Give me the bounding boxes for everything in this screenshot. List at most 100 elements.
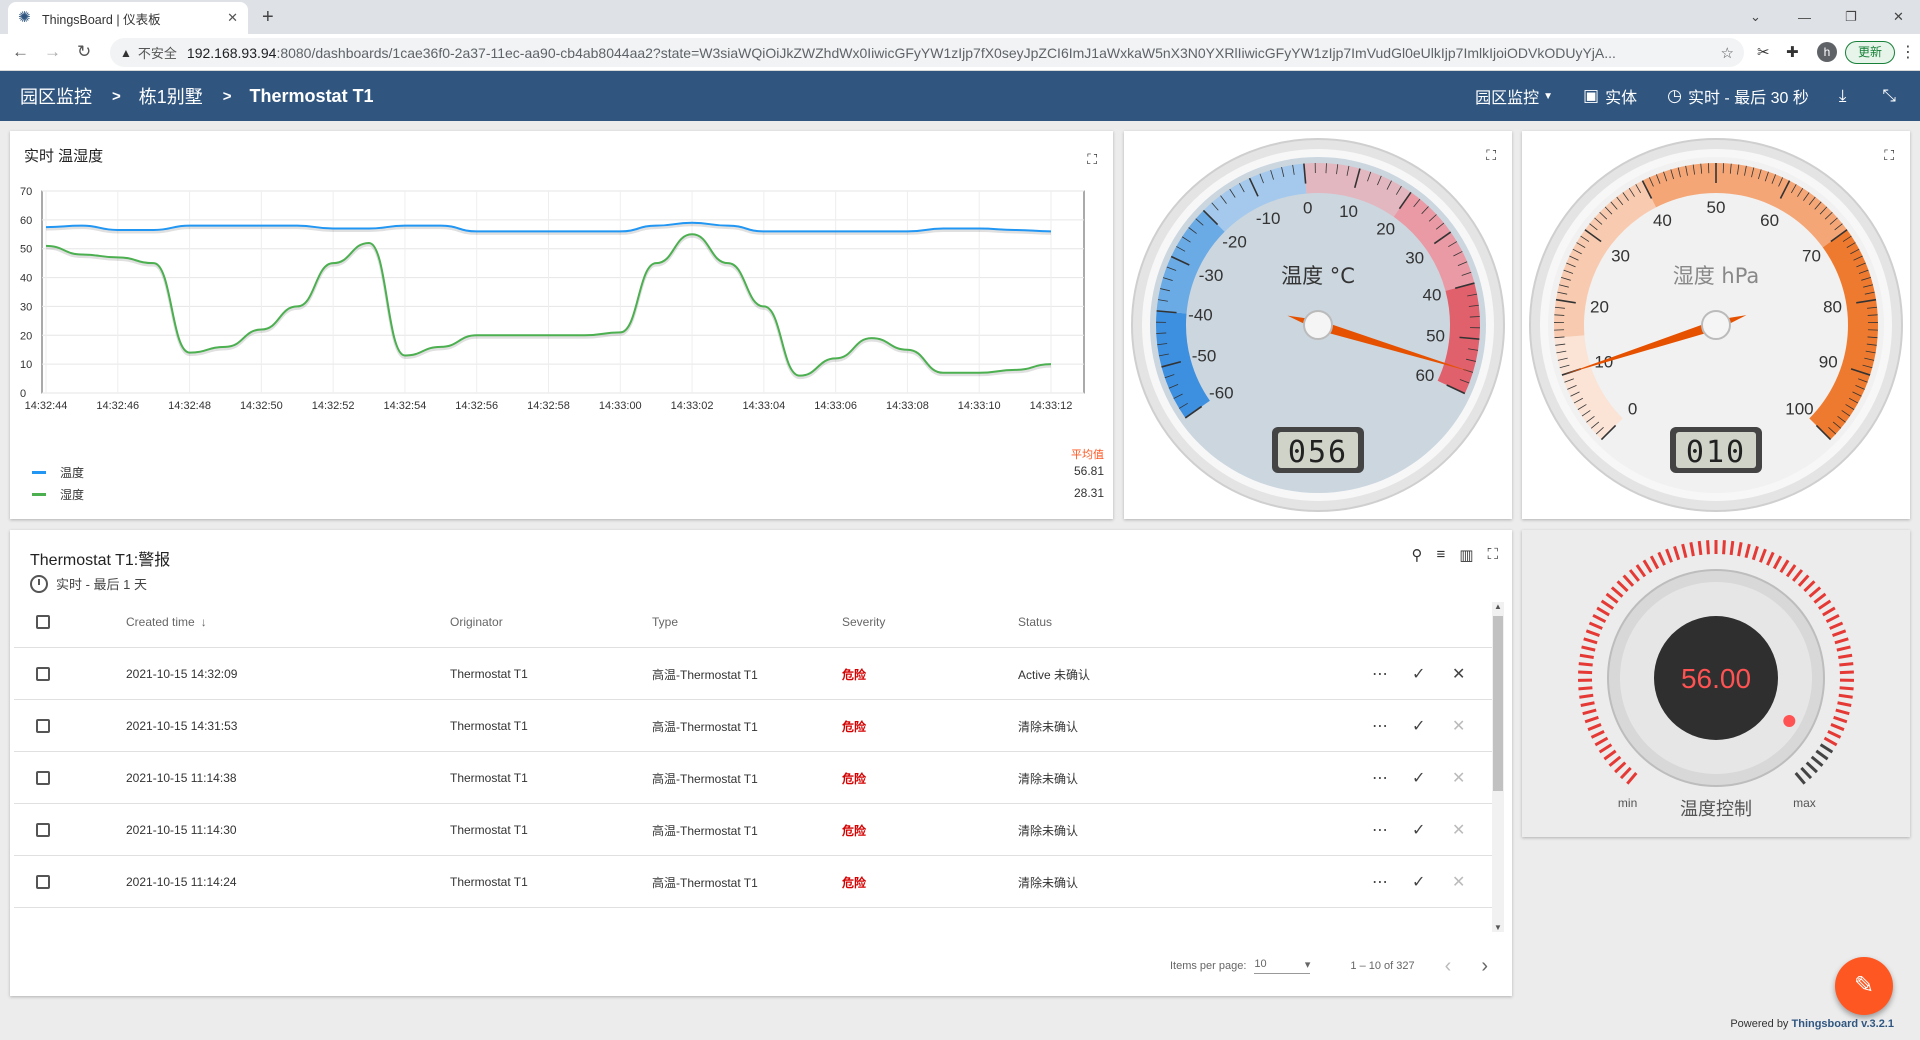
row-checkbox[interactable] [36, 667, 50, 681]
entities-button[interactable]: ▣ 实体 [1583, 84, 1637, 108]
type-cell: 高温-Thermostat T1 [652, 719, 758, 734]
severity-cell: 危险 [842, 823, 867, 838]
row-checkbox[interactable] [36, 771, 50, 785]
type-cell: 高温-Thermostat T1 [652, 771, 758, 786]
table-scrollbar[interactable]: ▲ ▼ [1492, 602, 1504, 932]
forward-icon[interactable]: → [44, 42, 61, 62]
knob-level-segment [1813, 592, 1827, 604]
alarms-timewindow[interactable]: 实时 - 最后 1 天 [30, 574, 147, 593]
next-page-icon[interactable]: › [1481, 955, 1488, 978]
bookmark-star-icon[interactable]: ☆ [1721, 44, 1734, 62]
table-row[interactable]: 2021-10-15 11:14:30 Thermostat T1 高温-Therm… [14, 804, 1494, 856]
knob-level-segment [1830, 723, 1845, 732]
fullscreen-icon[interactable]: ⛶ [1487, 546, 1498, 564]
knob-level-segment [1838, 693, 1853, 699]
table-row[interactable]: 2021-10-15 11:14:38 Thermostat T1 高温-Therm… [14, 752, 1494, 804]
browser-tab[interactable]: ✺ ThingsBoard | 仪表板 ✕ [8, 2, 248, 34]
url-input[interactable]: ▲ 不安全 192.168.93.94:8080/dashboards/1cae… [110, 38, 1744, 67]
window-close-icon[interactable]: ✕ [1893, 0, 1904, 34]
row-details-icon[interactable]: ⋯ [1372, 804, 1388, 856]
acknowledge-icon[interactable]: ✓ [1412, 856, 1425, 908]
column-header-status[interactable]: Status [1018, 596, 1052, 648]
alarms-widget: Thermostat T1:警报 实时 - 最后 1 天 ⚲ ≡ ▥ ⛶ Cre… [10, 530, 1512, 996]
profile-avatar[interactable]: h [1817, 42, 1837, 62]
footer-brand-link[interactable]: Thingsboard v.3.2.1 [1792, 1018, 1895, 1030]
row-checkbox[interactable] [36, 875, 50, 889]
export-button[interactable]: ⤓ [1839, 86, 1853, 106]
gauge-tick-label: 20 [1590, 298, 1609, 317]
knob-level-segment [1827, 730, 1842, 739]
table-row[interactable]: 2021-10-15 14:31:53 Thermostat T1 高温-Therm… [14, 700, 1494, 752]
minimize-icon[interactable]: — [1798, 0, 1811, 34]
filter-icon[interactable]: ≡ [1437, 546, 1446, 564]
knob-level-segment [1590, 730, 1605, 739]
row-checkbox[interactable] [36, 823, 50, 837]
warning-icon: ▲ [120, 45, 132, 60]
fullscreen-button[interactable]: ⤡ [1882, 86, 1902, 106]
scroll-down-icon[interactable]: ▼ [1494, 923, 1502, 932]
previous-page-icon[interactable]: ‹ [1445, 955, 1452, 978]
knob-level-segment [1744, 543, 1751, 559]
table-row[interactable]: 2021-10-15 14:32:09 Thermostat T1 高温-Therm… [14, 648, 1494, 700]
clear-alarm-icon[interactable]: ✕ [1452, 856, 1465, 908]
new-tab-icon[interactable]: + [262, 6, 274, 29]
column-header-created-time[interactable]: Created time ↓ [126, 596, 207, 648]
column-header-type[interactable]: Type [652, 596, 678, 648]
row-details-icon[interactable]: ⋯ [1372, 856, 1388, 908]
column-header-severity[interactable]: Severity [842, 596, 885, 648]
extension-tools-icon[interactable]: ✂ [1757, 43, 1770, 61]
acknowledge-icon[interactable]: ✓ [1412, 648, 1425, 700]
knob-level-segment [1673, 545, 1681, 561]
breadcrumb-item-park[interactable]: 园区监控 [20, 83, 92, 109]
gauge-lcd-value: 010 [1686, 435, 1746, 470]
select-all-checkbox[interactable] [36, 615, 50, 629]
row-details-icon[interactable]: ⋯ [1372, 752, 1388, 804]
breadcrumb-item-building[interactable]: 栋1别墅 [139, 83, 203, 109]
acknowledge-icon[interactable]: ✓ [1412, 752, 1425, 804]
x-tick-label: 14:33:08 [886, 400, 929, 412]
knob-level-segment [1578, 662, 1593, 667]
tab-close-icon[interactable]: ✕ [227, 10, 238, 26]
back-icon[interactable]: ← [12, 42, 29, 62]
items-per-page-value: 10 [1254, 958, 1267, 970]
column-header-originator[interactable]: Originator [450, 596, 503, 648]
x-tick-label: 14:33:04 [742, 400, 785, 412]
knob-level-segment [1805, 761, 1818, 774]
knob-level-segment [1592, 614, 1607, 624]
knob-level-segment [1605, 592, 1619, 604]
row-details-icon[interactable]: ⋯ [1372, 700, 1388, 752]
fullscreen-icon[interactable]: ⛶ [1884, 147, 1894, 164]
timewindow-button[interactable]: ◷ 实时 - 最后 30 秒 [1667, 84, 1809, 108]
legend-series-name: 温度 [60, 466, 85, 480]
extensions-puzzle-icon[interactable]: ✚ [1786, 43, 1799, 61]
fullscreen-icon[interactable]: ⛶ [1486, 147, 1496, 164]
acknowledge-icon[interactable]: ✓ [1412, 700, 1425, 752]
update-button[interactable]: 更新 [1845, 41, 1895, 64]
scrollbar-thumb[interactable] [1493, 616, 1503, 791]
browser-menu-icon[interactable]: ⋮ [1900, 42, 1916, 62]
clear-alarm-icon[interactable]: ✕ [1452, 804, 1465, 856]
x-tick-label: 14:32:52 [312, 400, 355, 412]
originator-cell: Thermostat T1 [450, 823, 528, 837]
row-checkbox[interactable] [36, 719, 50, 733]
items-per-page-select[interactable]: 10 ▾ [1254, 958, 1311, 974]
scroll-up-icon[interactable]: ▲ [1494, 602, 1502, 611]
clear-alarm-icon[interactable]: ✕ [1452, 700, 1465, 752]
knob-level-segment [1839, 686, 1854, 691]
tab-search-icon[interactable]: ⌄ [1750, 0, 1761, 34]
edit-dashboard-button[interactable]: ✎ [1835, 957, 1893, 1015]
knob-level-segment [1759, 548, 1767, 563]
url-host: 192.168.93.94 [186, 44, 277, 61]
temperature-knob[interactable]: 56.00 min max 温度控制 [1522, 530, 1910, 837]
table-row[interactable]: 2021-10-15 11:14:24 Thermostat T1 高温-Therm… [14, 856, 1494, 908]
clear-alarm-icon[interactable]: ✕ [1452, 752, 1465, 804]
fullscreen-icon[interactable]: ⛶ [1087, 151, 1097, 168]
restore-icon[interactable]: ❐ [1845, 0, 1857, 34]
clear-alarm-icon[interactable]: ✕ [1452, 648, 1465, 700]
search-icon[interactable]: ⚲ [1412, 546, 1423, 564]
columns-icon[interactable]: ▥ [1459, 546, 1473, 564]
acknowledge-icon[interactable]: ✓ [1412, 804, 1425, 856]
reload-icon[interactable]: ↻ [77, 42, 91, 62]
row-details-icon[interactable]: ⋯ [1372, 648, 1388, 700]
dashboard-select[interactable]: 园区监控 ▼ [1475, 84, 1553, 108]
